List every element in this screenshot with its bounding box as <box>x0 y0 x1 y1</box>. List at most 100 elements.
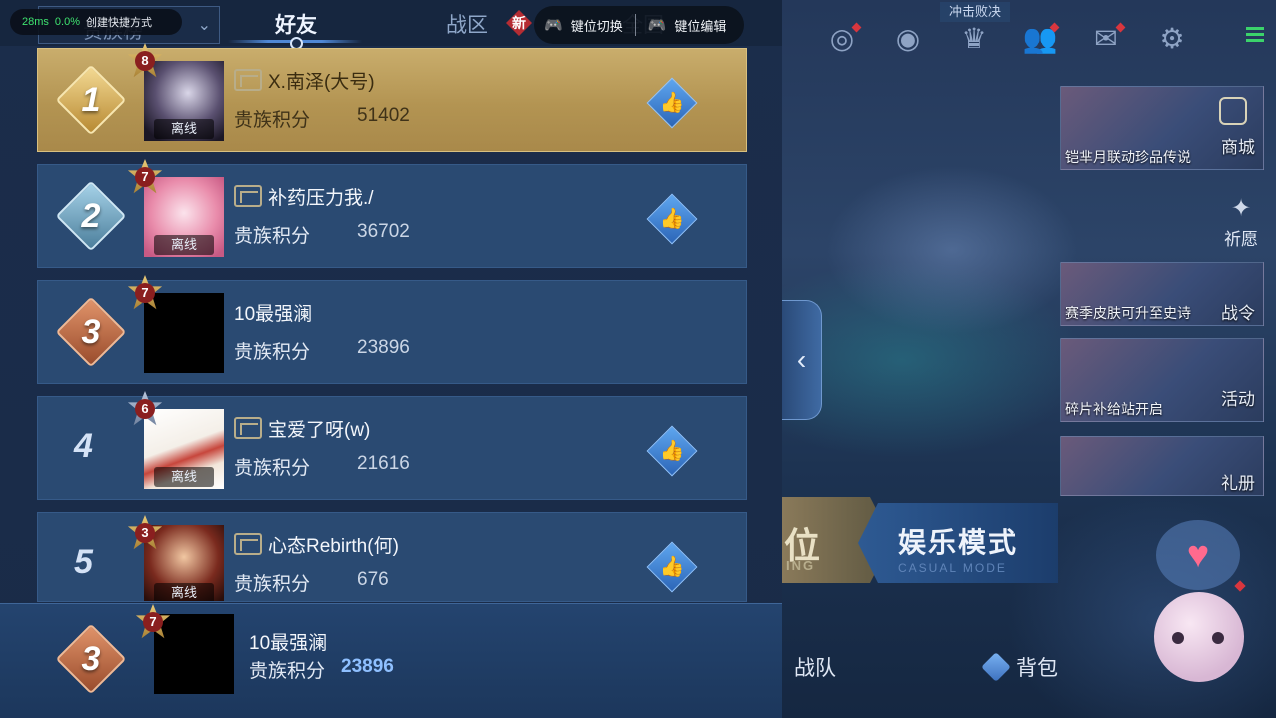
gamepad-icon: 🎮 <box>647 17 667 34</box>
thumbs-up-icon: 👍 <box>659 208 685 230</box>
shop-caption: 铠芈月联动珍品传说 <box>1065 149 1191 165</box>
gift-label: 礼册 <box>1221 474 1255 493</box>
leaderboard-row[interactable]: 2 离线 7 补药压力我./ 贵族积分 36702 👍 <box>37 159 747 268</box>
rank-number: 1 <box>81 80 101 119</box>
casual-mode-sub: CASUAL MODE <box>898 561 1007 575</box>
offline-label: 离线 <box>154 467 214 487</box>
offline-label: 离线 <box>154 119 214 139</box>
offline-label: 离线 <box>154 583 214 601</box>
player-name: 心态Rebirth(何) <box>268 536 399 557</box>
mascot-avatar <box>1154 592 1244 682</box>
noble-level-badge: 7 <box>126 275 164 313</box>
battlepass-caption: 赛季皮肤可升至史诗 <box>1065 305 1191 321</box>
casual-mode-button[interactable]: 娱乐模式 CASUAL MODE <box>858 503 1058 583</box>
score-value: 23896 <box>357 337 410 358</box>
perf-overlay: 28ms 0.0% 创建快捷方式 <box>10 9 182 35</box>
like-button[interactable]: 👍 <box>646 541 698 593</box>
tab-active-indicator <box>228 37 362 50</box>
event-caption: 碎片补给站开启 <box>1065 401 1163 417</box>
mail-icon[interactable]: ✉ <box>1086 18 1126 58</box>
gift-card[interactable]: 礼册 <box>1060 436 1264 496</box>
create-shortcut-link[interactable]: 创建快捷方式 <box>86 14 152 30</box>
score-value: 676 <box>357 569 389 590</box>
noble-level: 7 <box>135 167 155 187</box>
noble-icon <box>234 69 262 91</box>
player-name: 10最强澜 <box>249 633 328 654</box>
my-rank-row: 3 7 10最强澜 贵族积分 23896 <box>0 603 782 718</box>
score-label: 贵族积分 <box>249 661 326 682</box>
team-label: 战队 <box>794 657 836 680</box>
leaderboard-row[interactable]: 1 离线 8 X.南泽(大号) 贵族积分 51402 👍 <box>37 43 747 152</box>
noble-level: 7 <box>143 612 163 632</box>
casual-mode-label: 娱乐模式 <box>898 527 1019 558</box>
leaderboard-row[interactable]: 5 离线 3 心态Rebirth(何) 贵族积分 676 👍 <box>37 512 747 602</box>
wish-button[interactable]: ✦ 祈愿 <box>1224 194 1258 250</box>
like-button[interactable]: 👍 <box>646 193 698 245</box>
offline-label: 离线 <box>154 235 214 255</box>
heart-icon: ♥ <box>1156 520 1240 590</box>
player-name: 宝爱了呀(w) <box>268 420 371 441</box>
rank-number: 5 <box>74 543 93 581</box>
rank-badge-bronze: 3 <box>54 622 128 696</box>
battlepass-card[interactable]: 战令 赛季皮肤可升至史诗 <box>1060 262 1264 326</box>
rank-number: 2 <box>81 196 101 235</box>
thumbs-up-icon: 👍 <box>659 440 685 462</box>
collapse-panel-button[interactable]: ‹ <box>782 300 822 420</box>
score-label: 贵族积分 <box>234 574 311 595</box>
bag-button[interactable]: 背包 <box>981 652 1058 682</box>
player-name: 补药压力我./ <box>268 188 374 209</box>
like-button[interactable]: 👍 <box>646 425 698 477</box>
chevron-down-icon: ⌄ <box>197 17 211 34</box>
rank-badge-gold: 1 <box>54 63 128 137</box>
thumbs-up-icon: 👍 <box>659 92 685 114</box>
bag-icon <box>981 652 1011 682</box>
rank-number: 4 <box>74 427 93 465</box>
noble-level-badge: 6 <box>126 391 164 429</box>
noble-level-badge: 7 <box>126 159 164 197</box>
noble-level-badge: 8 <box>126 43 164 81</box>
score-value: 36702 <box>357 221 410 242</box>
latency-readout: 28ms <box>22 16 49 28</box>
trophy-icon[interactable]: ♛ <box>954 18 994 58</box>
key-edit-button[interactable]: 键位编辑 <box>674 16 726 35</box>
lobby-background: 冲击败决 ◎ ◉ ♛ 👥 ✉ ⚙ 商城 铠芈月联动珍品传说 ✦ 祈愿 战令 赛季… <box>782 0 1276 718</box>
noble-level: 3 <box>135 523 155 543</box>
rank-number: 3 <box>81 312 101 351</box>
score-label: 贵族积分 <box>234 110 311 131</box>
tab-region[interactable]: 战区 <box>446 9 488 39</box>
noble-icon <box>234 185 262 207</box>
lobby-topbar: ◎ ◉ ♛ 👥 ✉ ⚙ <box>822 18 1192 58</box>
key-mapping-bar: 🎮 键位切换 🎮 键位编辑 <box>534 6 744 44</box>
leaderboard-row[interactable]: 4 离线 6 宝爱了呀(w) 贵族积分 21616 👍 <box>37 391 747 500</box>
score-label: 贵族积分 <box>234 458 311 479</box>
noble-level-badge: 7 <box>134 604 172 642</box>
eye-icon[interactable]: ◉ <box>888 18 928 58</box>
score-value: 21616 <box>357 453 410 474</box>
wish-icon: ✦ <box>1230 195 1252 222</box>
thumbs-up-icon: 👍 <box>659 556 685 578</box>
gear-icon[interactable]: ⚙ <box>1152 18 1192 58</box>
chevron-left-icon: ‹ <box>796 344 807 375</box>
score-label: 贵族积分 <box>234 226 311 247</box>
gamepad-icon: 🎮 <box>544 17 563 34</box>
ranked-mode-sub: ING <box>786 558 816 573</box>
key-switch-button[interactable]: 键位切换 <box>571 16 623 35</box>
leaderboard-row[interactable]: 3 7 10最强澜 贵族积分 23896 <box>37 275 747 384</box>
like-button[interactable]: 👍 <box>646 77 698 129</box>
noble-level-badge: 3 <box>126 515 164 553</box>
wish-label: 祈愿 <box>1224 230 1258 249</box>
rank-number: 3 <box>81 639 101 678</box>
bag-label: 背包 <box>1016 657 1058 680</box>
friends-icon[interactable]: 👥 <box>1020 18 1060 58</box>
mascot-assistant[interactable]: ♥ <box>1142 520 1262 710</box>
loss-readout: 0.0% <box>54 16 80 28</box>
target-icon[interactable]: ◎ <box>822 18 862 58</box>
score-value: 23896 <box>341 656 394 677</box>
shop-card[interactable]: 商城 铠芈月联动珍品传说 <box>1060 86 1264 170</box>
rank-badge-silver: 2 <box>54 179 128 253</box>
event-card[interactable]: 活动 碎片补给站开启 <box>1060 338 1264 422</box>
tab-friends[interactable]: 好友 <box>275 9 317 39</box>
battery-icon <box>1246 24 1266 54</box>
team-button[interactable]: 战队 <box>794 652 836 682</box>
noble-icon <box>234 533 262 555</box>
